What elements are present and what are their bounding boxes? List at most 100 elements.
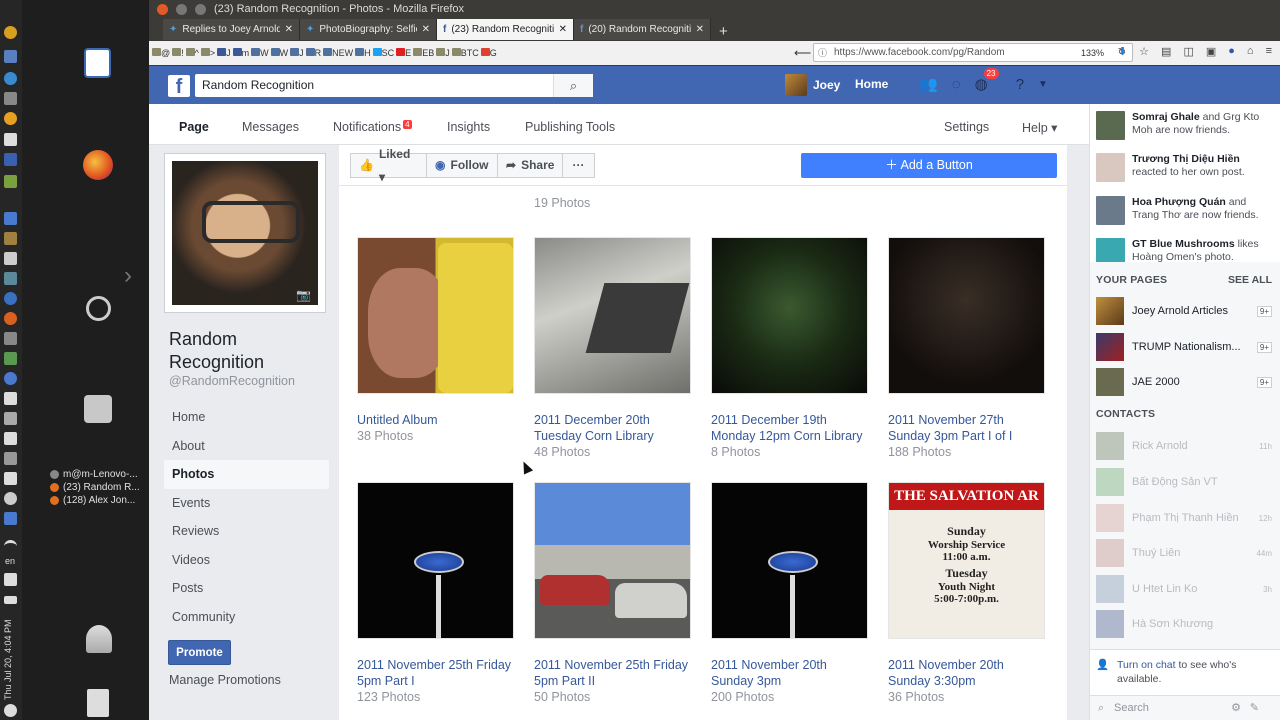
contact-item[interactable]: Thuý Liên 44m xyxy=(1096,539,1272,567)
home-icon[interactable]: ⌂ xyxy=(1247,45,1254,58)
bookmark-item[interactable]: @ xyxy=(152,48,170,58)
album-title[interactable]: 2011 December 20th Tuesday Corn Library xyxy=(534,412,691,444)
album-thumbnail[interactable] xyxy=(711,482,868,639)
tab-page[interactable]: Page xyxy=(167,120,221,148)
app-icon[interactable] xyxy=(4,232,17,245)
more-options-button[interactable]: ··· xyxy=(562,153,595,178)
contact-item[interactable]: Bất Động Sản VT xyxy=(1096,468,1272,496)
album-card[interactable]: 2011 December 20th Tuesday Corn Library … xyxy=(534,237,691,460)
ticker-item[interactable]: Trương Thị Diệu Hiền reacted to her own … xyxy=(1096,153,1266,182)
app-icon[interactable] xyxy=(4,492,17,505)
see-all-link[interactable]: SEE ALL xyxy=(1228,274,1272,286)
album-card[interactable]: 2011 December 19th Monday 12pm Corn Libr… xyxy=(711,237,868,460)
bookmark-item[interactable]: J xyxy=(290,48,304,58)
contact-item[interactable]: Hà Sơn Khương xyxy=(1096,610,1272,638)
app-icon[interactable] xyxy=(4,392,17,405)
compose-icon[interactable]: ✎ xyxy=(1250,701,1259,714)
album-title[interactable]: 2011 November 20th Sunday 3:30pm xyxy=(888,657,1045,689)
left-nav-about[interactable]: About xyxy=(164,432,329,461)
new-tab-button[interactable]: + xyxy=(711,23,728,40)
bookmark-item[interactable]: m xyxy=(232,48,249,58)
camera-icon[interactable]: 📷 xyxy=(296,288,311,302)
app-icon[interactable] xyxy=(4,352,17,365)
browser-tab[interactable]: f (20) Random Recogniti ✕ xyxy=(574,19,711,40)
close-tab-icon[interactable]: ✕ xyxy=(285,24,293,35)
album-card[interactable]: 2011 November 20th Sunday 3pm 200 Photos xyxy=(711,482,868,705)
bookmark-item[interactable]: H xyxy=(355,48,371,58)
window-list-item[interactable]: m@m-Lenovo-... xyxy=(50,468,146,481)
pocket-icon[interactable]: ◫ xyxy=(1183,45,1193,58)
album-thumbnail[interactable] xyxy=(534,237,691,394)
window-list-item[interactable]: (23) Random R... xyxy=(50,481,146,494)
contact-item[interactable]: U Htet Lin Ko 3h xyxy=(1096,575,1272,603)
tab-insights[interactable]: Insights xyxy=(447,120,490,134)
ubuntu-icon[interactable] xyxy=(86,296,111,321)
bookmark-item[interactable]: ^ xyxy=(185,48,199,58)
app-icon[interactable] xyxy=(4,50,17,63)
bookmark-item[interactable]: SC xyxy=(372,48,394,58)
contact-item[interactable]: Phạm Thị Thanh Hiền 12h xyxy=(1096,504,1272,532)
your-page-item[interactable]: Joey Arnold Articles 9+ xyxy=(1096,297,1272,325)
app-icon[interactable] xyxy=(4,472,17,485)
facebook-logo[interactable]: f xyxy=(168,75,190,98)
app-icon[interactable] xyxy=(4,452,17,465)
extension-icon[interactable]: ● xyxy=(1228,45,1235,58)
manage-promotions-link[interactable]: Manage Promotions xyxy=(169,673,281,687)
tab-settings[interactable]: Settings xyxy=(944,120,989,134)
bookmark-item[interactable]: W xyxy=(251,48,269,58)
album-thumbnail[interactable] xyxy=(888,237,1045,394)
language-indicator[interactable]: en xyxy=(5,556,15,566)
menu-icon[interactable]: ≡ xyxy=(1266,45,1272,58)
gear-icon[interactable]: ⚙ xyxy=(1231,701,1241,714)
bookmark-item[interactable]: W xyxy=(270,48,288,58)
page-title[interactable]: Random Recognition xyxy=(169,328,309,374)
bookmark-item[interactable]: E xyxy=(396,48,411,58)
back-icon[interactable]: ⟵ xyxy=(794,46,811,60)
album-card[interactable]: THE SALVATION AR Sunday Worship Service … xyxy=(888,482,1045,705)
info-icon[interactable]: ⓘ xyxy=(818,46,827,59)
volume-icon[interactable] xyxy=(4,573,17,586)
download-icon[interactable]: ⬇ xyxy=(1118,45,1127,58)
album-thumbnail[interactable] xyxy=(711,237,868,394)
album-thumbnail[interactable] xyxy=(534,482,691,639)
left-nav-photos[interactable]: Photos xyxy=(164,460,329,489)
contact-item[interactable]: Rick Arnold 11h xyxy=(1096,432,1272,460)
album-title[interactable]: 2011 November 27th Sunday 3pm Part I of … xyxy=(888,412,1045,444)
album-title[interactable]: Untitled Album xyxy=(357,412,514,428)
follow-button[interactable]: ◉ Follow xyxy=(426,153,498,178)
browser-tab-active[interactable]: f (23) Random Recogniti ✕ xyxy=(437,19,574,40)
app-icon[interactable] xyxy=(4,212,17,225)
close-tab-icon[interactable]: ✕ xyxy=(559,24,567,35)
notifications-icon[interactable]: ◍ 23 xyxy=(975,68,999,93)
app-icon[interactable] xyxy=(4,153,17,166)
facebook-search-input[interactable]: Random Recognition ⌕ xyxy=(195,74,593,97)
chat-search-input[interactable]: ⌕ Search ⚙ ✎ xyxy=(1090,695,1280,720)
firefox-icon[interactable] xyxy=(83,150,113,180)
album-title[interactable]: 2011 November 25th Friday 5pm Part I xyxy=(357,657,514,689)
close-window-button[interactable] xyxy=(157,3,168,15)
close-tab-icon[interactable]: ✕ xyxy=(696,24,704,35)
bookmark-item[interactable]: R xyxy=(305,48,321,58)
app-icon[interactable] xyxy=(4,272,17,285)
youtube-icon[interactable]: ▣ xyxy=(1206,45,1216,58)
album-card[interactable]: Untitled Album 38 Photos xyxy=(357,237,514,444)
bookmark-item[interactable]: ! xyxy=(172,48,184,58)
album-card[interactable]: 2011 November 27th Sunday 3pm Part I of … xyxy=(888,237,1045,460)
album-title[interactable]: 2011 December 19th Monday 12pm Corn Libr… xyxy=(711,412,868,444)
browser-tab[interactable]: ✦ Replies to Joey Arnold ✕ xyxy=(163,19,300,40)
ticker-item[interactable]: Hoa Phượng Quán and Trang Thơ are now fr… xyxy=(1096,196,1266,225)
bookmark-item[interactable]: EB xyxy=(413,48,434,58)
app-icon[interactable] xyxy=(4,133,17,146)
tab-messages[interactable]: Messages xyxy=(242,120,299,134)
app-icon[interactable] xyxy=(4,175,17,188)
left-nav-videos[interactable]: Videos xyxy=(164,546,329,575)
zoom-level[interactable]: 133% xyxy=(1081,48,1104,58)
close-tab-icon[interactable]: ✕ xyxy=(422,24,430,35)
bookmark-item[interactable]: J xyxy=(436,48,450,58)
window-list-item[interactable]: (128) Alex Jon... xyxy=(50,494,146,507)
page-handle[interactable]: @RandomRecognition xyxy=(169,374,295,388)
app-icon[interactable] xyxy=(4,72,17,85)
url-bar[interactable]: ⓘ https://www.facebook.com/pg/Random 133… xyxy=(813,43,1133,62)
chevron-down-icon[interactable]: ▼ xyxy=(1038,79,1048,90)
left-nav-home[interactable]: Home xyxy=(164,403,329,432)
